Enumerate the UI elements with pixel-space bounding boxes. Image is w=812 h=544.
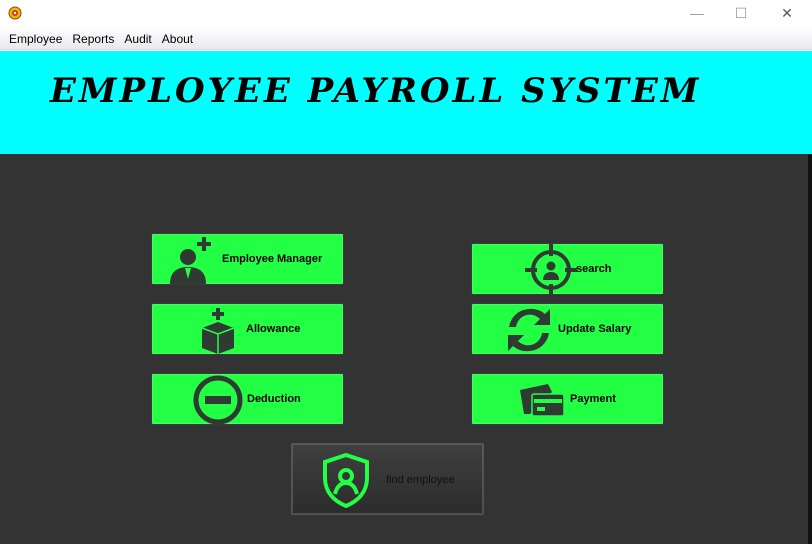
menu-audit[interactable]: Audit (119, 28, 156, 50)
employee-manager-label: Employee Manager (222, 253, 323, 265)
header-banner: EMPLOYEE PAYROLL SYSTEM (0, 51, 812, 154)
add-box-icon (201, 308, 235, 354)
menu-reports[interactable]: Reports (67, 28, 119, 50)
menu-employee[interactable]: Employee (4, 28, 67, 50)
minimize-button[interactable]: — (674, 0, 720, 26)
update-salary-button[interactable]: Update Salary (471, 303, 664, 355)
payment-label: Payment (570, 393, 616, 405)
deduction-button[interactable]: Deduction (151, 373, 344, 425)
close-button[interactable]: ✕ (764, 0, 810, 26)
maximize-button[interactable]: ☐ (718, 0, 764, 26)
card-icon (520, 384, 565, 417)
shield-user-icon (323, 452, 369, 508)
window-edge (808, 154, 812, 544)
menu-about[interactable]: About (157, 28, 198, 50)
menu-bar: Employee Reports Audit About (0, 28, 812, 50)
window-titlebar: — ☐ ✕ (0, 0, 812, 28)
target-person-icon (525, 244, 577, 296)
payment-button[interactable]: Payment (471, 373, 664, 425)
java-cup-icon[interactable] (8, 6, 22, 20)
main-panel: Employee Manager Allowance Deduction sea… (0, 154, 812, 544)
allowance-label: Allowance (246, 323, 301, 335)
find-employee-label: find employee (386, 474, 455, 486)
minus-circle-icon (193, 375, 243, 425)
search-label: search (576, 263, 612, 275)
allowance-button[interactable]: Allowance (151, 303, 344, 355)
find-employee-button[interactable]: find employee (291, 443, 484, 515)
employee-manager-button[interactable]: Employee Manager (151, 233, 344, 285)
add-user-icon (170, 237, 211, 284)
refresh-icon (508, 308, 550, 352)
page-title: EMPLOYEE PAYROLL SYSTEM (50, 71, 702, 111)
deduction-label: Deduction (247, 393, 301, 405)
search-button[interactable]: search (471, 243, 664, 296)
update-salary-label: Update Salary (558, 323, 632, 335)
